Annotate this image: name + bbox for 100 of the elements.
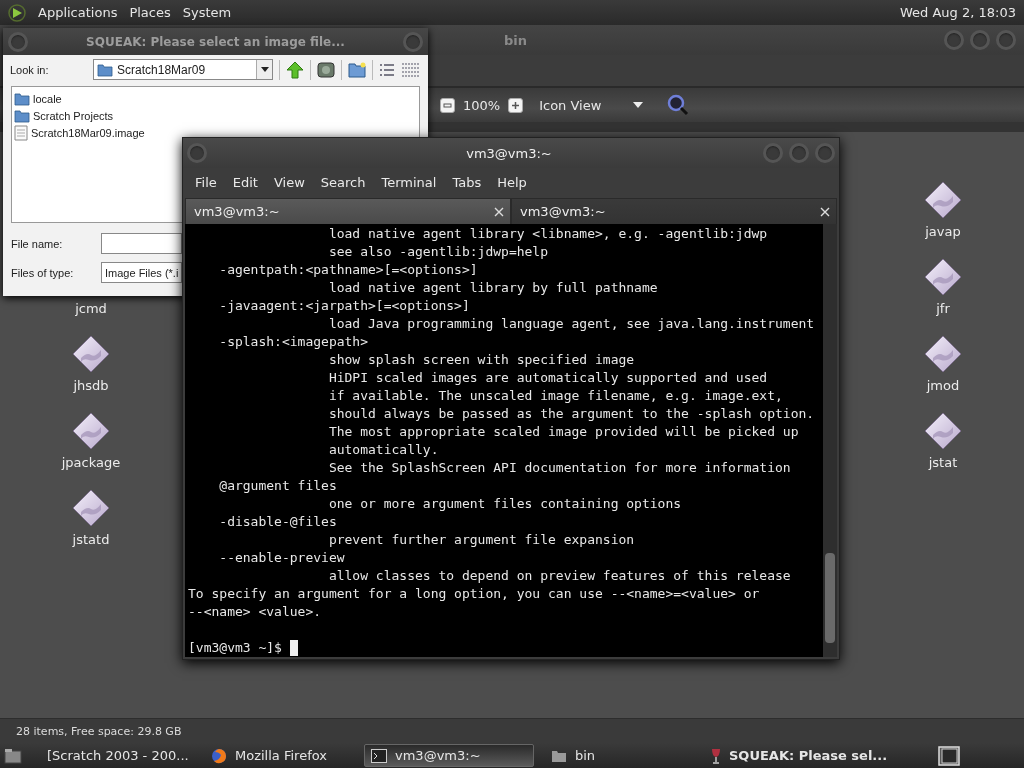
menu-item[interactable]: View [265,174,313,190]
terminal-line: @argument files [218,477,338,495]
window-button[interactable] [789,143,809,163]
window-title: SQUEAK: Please select an image file... [86,34,345,49]
taskbar-button[interactable]: vm3@vm3:~ [364,744,534,767]
window-button[interactable] [763,143,783,163]
file-label[interactable]: javap [925,224,961,239]
drive-icon [317,61,336,78]
file-type-dropdown[interactable]: Image Files (*.i [101,262,182,283]
directory-entry[interactable]: Scratch18Mar09.image [14,124,145,141]
plus-icon [511,100,521,110]
terminal-line: -disable-@files [218,513,338,531]
terminal-line: --<name> <value>. [188,603,323,621]
file-label[interactable]: jcmd [75,301,107,316]
terminal-line: one or more argument files containing options [327,495,683,513]
show-desktop-button[interactable] [4,747,22,764]
file-name-field[interactable] [101,233,182,254]
scrollbar[interactable] [823,224,837,657]
taskbar-button[interactable]: [Scratch 2003 - 200... [32,744,194,767]
shell-prompt: [vm3@vm3 ~]$ [188,639,282,657]
window-button[interactable] [815,143,835,163]
terminal-line: show splash screen with specified image [327,351,636,369]
taskbar-button[interactable]: bin [544,744,694,767]
list-view-button[interactable] [379,61,395,78]
terminal-line: if available. The unscaled image filename, e.g. image.ext, [327,387,784,405]
terminal-line: see also -agentlib:jdwp=help [327,243,550,261]
terminal-tab[interactable]: vm3@vm3:~ [511,198,837,224]
diamond-icon [923,257,963,297]
details-view-button[interactable] [401,61,421,78]
terminal-line: See the SplashScreen API documentation for more information [327,459,792,477]
terminal-line: load native agent library by full pathname [327,279,659,297]
file-label[interactable]: jstat [928,455,958,470]
terminal-line: -javaagent:<jarpath>[=<options>] [218,297,471,315]
window-button[interactable] [187,143,207,163]
menu-item[interactable]: Terminal [373,174,445,190]
folder-icon [551,748,567,763]
details-view-icon [401,61,421,78]
close-icon[interactable] [494,206,504,217]
close-icon[interactable] [820,206,830,217]
window-button[interactable] [944,30,964,50]
terminal-icon [371,748,387,763]
clock[interactable]: Wed Aug 2, 18:03 [900,5,1016,20]
diamond-icon [923,411,963,451]
zoom-level: 100% [463,97,501,113]
window-button[interactable] [8,31,28,52]
zoom-in-button[interactable] [508,97,524,113]
home-button[interactable] [317,61,336,78]
view-dropdown[interactable]: Icon View [535,97,648,113]
diamond-icon [71,488,111,528]
directory-entry[interactable]: locale [14,90,62,107]
up-folder-button[interactable] [286,60,305,79]
field-label: Look in: [10,63,50,76]
search-icon [667,94,690,116]
panel-menu[interactable]: Applications [38,5,118,20]
terminal-line: allow classes to depend on preview features of this release [327,567,792,585]
taskbar-button[interactable]: SQUEAK: Please sel... [704,744,924,767]
file-label[interactable]: jmod [926,378,960,393]
look-in-dropdown[interactable]: Scratch18Mar09 [93,59,274,80]
window-button[interactable] [996,30,1016,50]
folder-icon [14,91,30,106]
search-button[interactable] [667,94,690,116]
terminal-line: automatically. [327,441,440,459]
terminal-line: load Java programming language agent, see java.lang.instrument [327,315,816,333]
caret-icon [633,102,644,108]
panel-menu[interactable]: System [182,5,232,20]
terminal-line: -splash:<imagepath> [218,333,369,351]
menu-item[interactable]: Help [489,174,535,190]
panel-menu[interactable]: Places [129,5,171,20]
workspace-switcher[interactable] [938,745,960,766]
folder-icon [97,62,114,77]
menu-item[interactable]: Tabs [444,174,490,190]
diamond-icon [71,334,111,374]
new-folder-button[interactable] [348,61,367,78]
minus-icon [443,100,452,110]
window-button[interactable] [403,31,423,52]
file-label[interactable]: jhsdb [73,378,109,393]
wine-glass-icon [711,747,721,764]
menu-item[interactable]: Search [312,174,374,190]
terminal-tab[interactable]: vm3@vm3:~ [185,198,511,224]
window-button[interactable] [970,30,990,50]
file-label[interactable]: jfr [936,301,950,316]
list-view-icon [379,61,395,78]
terminal-line: should always be passed as the argument to the -splash option. [327,405,816,423]
file-label[interactable]: jpackage [61,455,121,470]
desktop-icon [4,747,22,764]
terminal-line: prevent further argument file expansion [327,531,636,549]
caret-icon [260,67,269,72]
globe-icon [211,747,227,764]
zoom-out-button[interactable] [440,97,455,113]
logo-icon [8,3,26,22]
window-title: bin [504,32,528,48]
taskbar-button[interactable]: Mozilla Firefox [204,744,354,767]
new-folder-icon [348,61,367,78]
menu-item[interactable]: Edit [224,174,266,190]
menu-item[interactable]: File [187,174,225,190]
directory-entry[interactable]: Scratch Projects [14,107,114,124]
workspace-icon [938,745,960,766]
diamond-icon [923,180,963,220]
file-label[interactable]: jstatd [72,532,110,547]
status-bar: 28 items, Free space: 29.8 GB [0,718,1024,743]
